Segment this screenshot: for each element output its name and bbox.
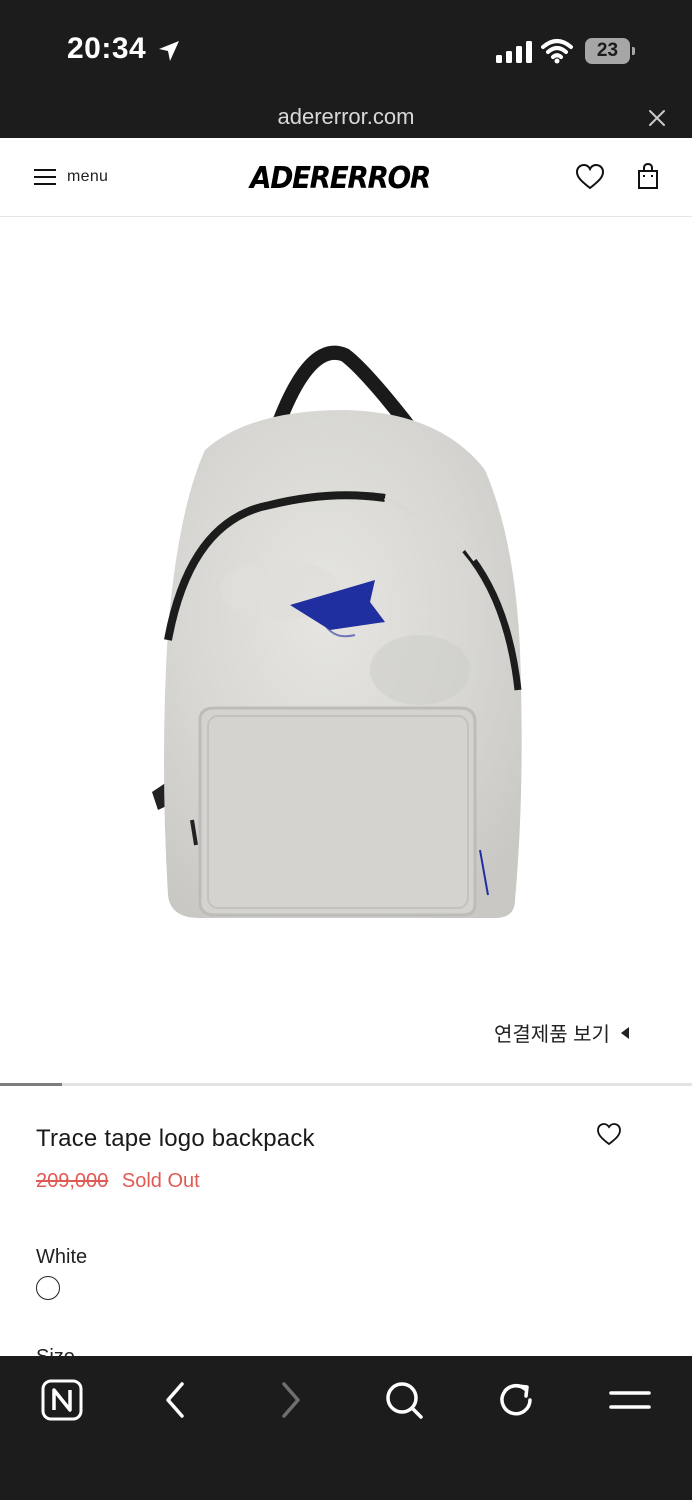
related-products-label[interactable]: 연결제품 보기 (494, 1018, 610, 1047)
forward-icon[interactable] (268, 1378, 312, 1422)
battery-icon: 23 (585, 38, 635, 64)
color-name: White (36, 1246, 88, 1268)
wifi-icon (541, 39, 573, 64)
product-title: Trace tape logo backpack (36, 1125, 315, 1152)
related-products-link[interactable]: 연결제품 보기 (494, 1018, 629, 1047)
heart-icon[interactable] (575, 163, 605, 191)
shopping-bag-icon[interactable] (637, 162, 659, 190)
url-text[interactable]: adererror.com (0, 104, 692, 130)
naver-home-icon[interactable] (40, 1378, 84, 1422)
site-header: menu ADERERROR (0, 139, 692, 217)
backpack-image[interactable] (130, 340, 570, 940)
status-time: 20:34 (67, 32, 147, 65)
menu-label[interactable]: menu (67, 168, 108, 186)
caret-left-icon[interactable] (620, 1026, 629, 1039)
cellular-signal-icon (496, 41, 532, 63)
color-swatch-white[interactable] (36, 1276, 60, 1300)
close-icon[interactable] (647, 108, 667, 128)
back-icon[interactable] (154, 1378, 198, 1422)
menu-button[interactable]: menu (34, 163, 108, 191)
wishlist-heart-icon[interactable] (596, 1122, 622, 1146)
browser-toolbar (0, 1356, 692, 1500)
battery-level: 23 (596, 40, 619, 61)
slider-progress-fill (0, 1083, 63, 1086)
menu-icon[interactable] (608, 1378, 652, 1422)
location-arrow-icon (159, 41, 179, 61)
brand-logo[interactable]: ADERERROR (250, 161, 431, 196)
search-icon[interactable] (382, 1378, 426, 1422)
browser-url-bar[interactable]: adererror.com (0, 100, 692, 138)
sold-out-status: Sold Out (121, 1170, 200, 1192)
original-price: 209,000 (36, 1170, 109, 1192)
status-bar: 20:34 23 (0, 0, 692, 100)
hamburger-icon[interactable] (34, 169, 56, 185)
reload-icon[interactable] (494, 1378, 538, 1422)
price-row: 209,000 Sold Out (36, 1170, 200, 1193)
image-slider-progress (0, 1083, 692, 1086)
